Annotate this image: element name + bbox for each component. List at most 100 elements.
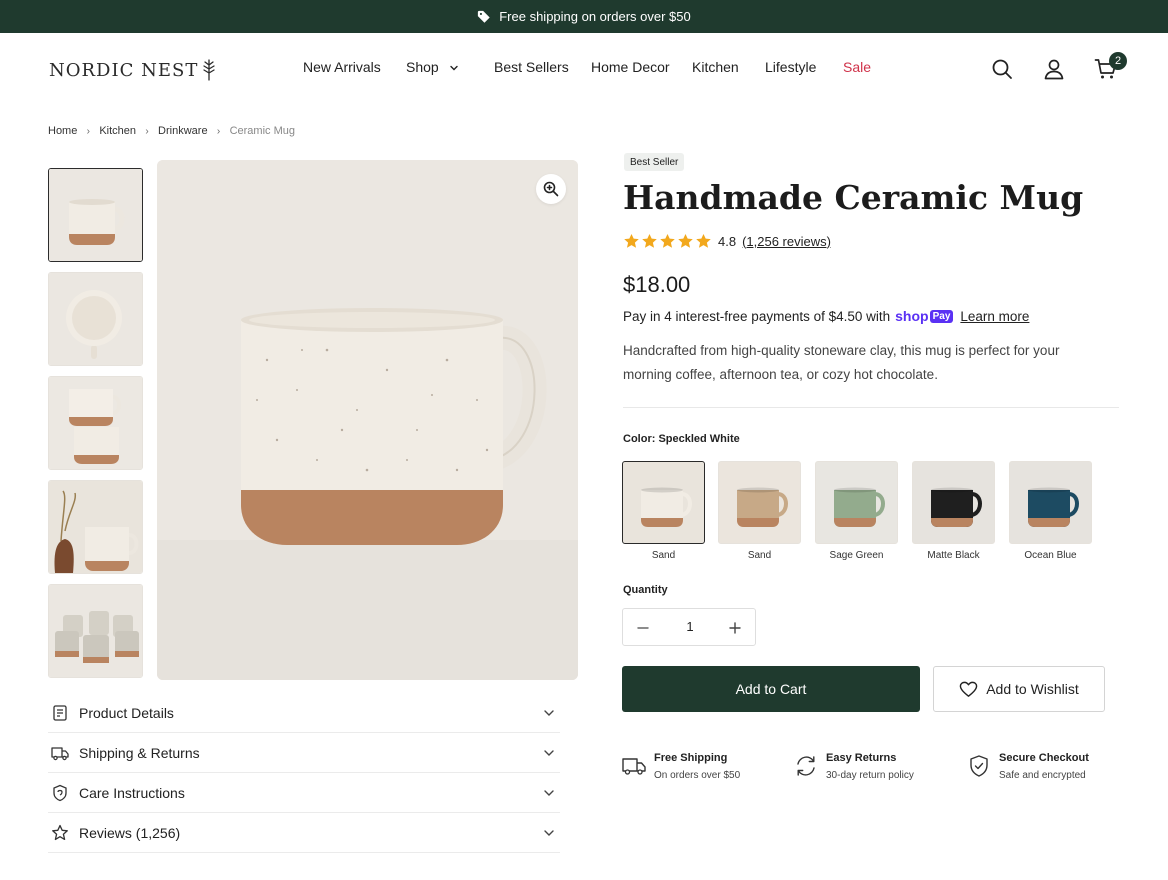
user-icon[interactable] [1042, 57, 1066, 81]
star-icon [696, 233, 711, 248]
chevron-right-icon: › [216, 125, 221, 137]
nav-kitchen[interactable]: Kitchen [692, 59, 739, 75]
add-to-wishlist-button[interactable]: Add to Wishlist [933, 666, 1105, 712]
mug-image [157, 160, 578, 680]
nav-lifestyle[interactable]: Lifestyle [765, 59, 816, 75]
plus-icon[interactable] [727, 620, 743, 636]
breadcrumb-drinkware[interactable]: Drinkware [158, 125, 208, 137]
feature-title: Free Shipping [654, 752, 728, 764]
shield-check-icon [970, 755, 988, 777]
mug-image [49, 377, 142, 469]
breadcrumb: Home › Kitchen › Drinkware › Ceramic Mug [48, 124, 295, 138]
color-swatch[interactable] [815, 461, 898, 544]
feature-subtitle: On orders over $50 [654, 770, 741, 781]
mug-image [931, 487, 982, 527]
nav-shop-label: Shop [406, 59, 439, 75]
chevron-down-icon [544, 789, 554, 796]
shoppay-badge: Pay [929, 309, 954, 323]
accordion-label: Shipping & Returns [79, 744, 200, 761]
accordion-label: Reviews (1,256) [79, 824, 181, 841]
color-swatch[interactable] [912, 461, 995, 544]
leaf-icon [203, 59, 215, 81]
accordion-product-details[interactable]: Product Details [48, 693, 560, 733]
thumbnail-set[interactable] [48, 584, 143, 678]
feature-subtitle: 30-day return policy [826, 770, 914, 781]
brand-name: NORDIC NEST [49, 59, 199, 81]
color-swatch-label: Ocean Blue [1024, 550, 1077, 561]
color-swatch-label: Sand [651, 550, 676, 561]
shoppay-logo: shop Pay [895, 308, 954, 324]
accordion-shipping-returns[interactable]: Shipping & Returns [48, 733, 560, 773]
quantity-input[interactable] [673, 619, 707, 634]
mug-image [49, 585, 142, 677]
chevron-down-icon [450, 66, 458, 71]
chevron-right-icon: › [86, 125, 91, 137]
color-swatch[interactable] [1009, 461, 1092, 544]
add-to-cart-button[interactable]: Add to Cart [622, 666, 920, 712]
brand-logo[interactable]: NORDIC NEST [49, 57, 217, 83]
chevron-down-icon [544, 709, 554, 716]
breadcrumb-home[interactable]: Home [48, 125, 77, 137]
reviews-link[interactable]: (1,256 reviews) [742, 234, 831, 249]
thumbnail-top[interactable] [48, 272, 143, 366]
nav-sale[interactable]: Sale [843, 59, 871, 75]
product-rating: 4.8 (1,256 reviews) [623, 232, 831, 250]
thumbnail-lifestyle[interactable] [48, 480, 143, 574]
accordion-label: Care Instructions [79, 784, 185, 801]
search-icon[interactable] [990, 57, 1014, 81]
breadcrumb-kitchen[interactable]: Kitchen [99, 125, 136, 137]
product-price: $18.00 [623, 272, 691, 297]
document-icon [53, 704, 67, 721]
zoom-in-icon [543, 181, 559, 197]
feature-subtitle: Safe and encrypted [999, 770, 1086, 781]
mug-image [737, 487, 788, 527]
mug-image [49, 481, 142, 573]
truck-icon [51, 746, 69, 760]
mug-image [49, 273, 142, 365]
color-swatch-label: Sand [747, 550, 772, 561]
chevron-down-icon [544, 749, 554, 756]
feature-title: Easy Returns [826, 752, 897, 764]
wishlist-label: Add to Wishlist [986, 681, 1079, 697]
product-title: Handmade Ceramic Mug [623, 178, 1084, 217]
accordion-reviews[interactable]: Reviews (1,256) [48, 813, 560, 853]
minus-icon[interactable] [635, 620, 651, 636]
accordion-care-instructions[interactable]: Care Instructions [48, 773, 560, 813]
mug-image [1028, 487, 1079, 527]
cart-count-badge: 2 [1109, 52, 1127, 70]
main-product-image[interactable] [157, 160, 578, 680]
star-icon [660, 233, 675, 248]
nav-best-sellers[interactable]: Best Sellers [494, 59, 569, 75]
tag-icon [478, 10, 490, 23]
chevron-down-icon [544, 829, 554, 836]
color-swatch-label: Sage Green [829, 550, 884, 561]
learn-more-link[interactable]: Learn more [960, 309, 1029, 324]
accordion-label: Product Details [79, 704, 174, 721]
product-description: Handcrafted from high-quality stoneware … [623, 343, 1060, 382]
nav-shop[interactable]: Shop [406, 59, 459, 75]
color-swatch-label: Matte Black [927, 550, 980, 561]
star-icon [678, 233, 693, 248]
zoom-button[interactable] [536, 174, 566, 204]
installments-info: Pay in 4 interest-free payments of $4.50… [623, 308, 1029, 324]
star-icon [624, 233, 639, 248]
thumbnail-stacked[interactable] [48, 376, 143, 470]
best-seller-badge: Best Seller [624, 153, 685, 171]
divider [623, 407, 1119, 408]
feature-secure-checkout: Secure Checkout Safe and encrypted [967, 752, 1107, 792]
breadcrumb-current: Ceramic Mug [229, 125, 295, 137]
announcement-bar: Free shipping on orders over $50 [0, 0, 1168, 33]
color-swatch[interactable] [622, 461, 705, 544]
quantity-label: Quantity [623, 584, 668, 596]
mug-image [834, 487, 885, 527]
rating-stars [623, 233, 712, 250]
nav-home-decor[interactable]: Home Decor [591, 59, 670, 75]
site-header: NORDIC NEST New Arrivals Shop Best Selle… [0, 33, 1168, 105]
shield-icon [53, 784, 67, 801]
nav-new-arrivals[interactable]: New Arrivals [303, 59, 381, 75]
shoppay-text: shop [895, 308, 929, 324]
thumbnail-front[interactable] [48, 168, 143, 262]
refresh-icon [797, 756, 815, 776]
color-swatch[interactable] [718, 461, 801, 544]
chevron-right-icon: › [145, 125, 149, 137]
